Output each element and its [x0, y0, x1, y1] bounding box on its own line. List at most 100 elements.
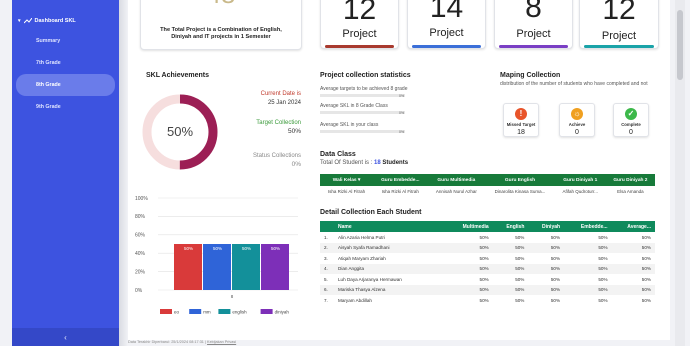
privacy-link[interactable]: Kebijakan Privasi: [207, 340, 236, 344]
data-label: 50%: [242, 246, 251, 251]
column-header[interactable]: Guru Multimedia: [427, 174, 486, 186]
detail-table: Name Multimedia English Diniyah Embedde.…: [320, 221, 655, 306]
project-underline-4: [584, 45, 654, 48]
column-header[interactable]: Guru Diniyah 1: [554, 174, 606, 186]
main-content: 48 The Total Project is a Combination of…: [128, 0, 670, 340]
table-cell: 50%: [611, 263, 655, 274]
table-cell: 7.: [324, 297, 328, 303]
sidebar-item-summary[interactable]: Summary: [12, 30, 119, 52]
table-cell: 50%: [611, 284, 655, 295]
y-tick-label: 20%: [135, 269, 146, 275]
data-class-total: Total Of Student is : 18 Students: [320, 160, 408, 166]
data-class-total-prefix: Total Of Student is :: [320, 160, 373, 166]
table-cell: 50%: [515, 297, 525, 303]
achieve-icon: ☼: [571, 108, 583, 120]
missed-target-label: Missed Target: [506, 122, 536, 127]
table-cell: 50%: [479, 297, 489, 303]
table-cell: 50%: [611, 242, 655, 253]
y-tick-label: 40%: [135, 251, 146, 257]
complete-value: 0: [629, 129, 633, 136]
data-label: 50%: [271, 246, 280, 251]
page-scrollbar[interactable]: [675, 0, 685, 346]
data-class-table: Wali Kelas ▾ Guru Embedde... Guru Multim…: [320, 174, 655, 196]
column-header[interactable]: Guru English: [485, 174, 555, 186]
stat-percent-2: 0%: [399, 110, 405, 115]
mapping-title: Maping Collection: [500, 72, 561, 79]
table-cell: 3.: [324, 255, 328, 261]
project-number-1: 12: [342, 0, 377, 26]
column-header[interactable]: Wali Kelas ▾: [320, 174, 374, 186]
stat-label-3: Average SKL in your class: [320, 122, 379, 128]
status-collections-value: 0%: [291, 161, 301, 168]
table-cell: Isha Rizki Al Fitrah: [327, 188, 366, 194]
table-cell: Alin Azaria Helma Putri: [338, 234, 385, 240]
table-cell: 50%: [641, 276, 651, 282]
table-cell: 50%: [550, 297, 561, 303]
table-row[interactable]: 4. Dian Anggita 50% 50% 50% 50% 50%: [320, 263, 655, 274]
chevron-left-icon[interactable]: ‹: [64, 333, 67, 342]
column-header-multimedia[interactable]: Multimedia: [446, 221, 493, 232]
sort-icon[interactable]: ▾: [358, 178, 360, 183]
table-cell: Aisyah Syafa Ramadhani: [334, 242, 446, 253]
table-cell: 50%: [515, 255, 525, 261]
table-cell: 50%: [641, 297, 651, 303]
column-header-average[interactable]: Average...: [611, 221, 655, 232]
complete-card[interactable]: ✓ Complete 0: [613, 103, 649, 137]
sidebar-item-9th-grade[interactable]: 9th Grade: [12, 96, 119, 118]
project-number-4: 12: [602, 0, 636, 26]
sidebar-header[interactable]: ▾ Dashboard SKL: [12, 0, 119, 24]
table-row[interactable]: 3. Atiqah Maryam Zhariah 50% 50% 50% 50% 50%: [320, 253, 655, 264]
table-cell: Annisah Nurul Azhar: [435, 188, 477, 194]
scrollbar-thumb[interactable]: [677, 10, 683, 80]
legend-label: diniyah: [275, 310, 290, 315]
table-cell: 50%: [528, 263, 565, 274]
table-cell: 6.: [320, 284, 334, 295]
table-cell: 5.: [324, 276, 328, 282]
project-stats-title: Project collection statistics: [320, 72, 411, 79]
column-header[interactable]: Guru Diniyah 2: [605, 174, 655, 186]
legend-label: mm: [203, 310, 211, 315]
table-cell: 1.: [324, 234, 328, 240]
column-header-name[interactable]: Name: [334, 221, 446, 232]
table-cell: 50%: [515, 276, 525, 282]
missed-target-card[interactable]: ! Missed Target 18: [503, 103, 539, 137]
achieve-card[interactable]: ☼ Achieve 0: [559, 103, 595, 137]
table-cell: Luh Daya Arjaranya Hermawan: [338, 276, 402, 282]
table-row[interactable]: 2. Aisyah Syafa Ramadhani 50% 50% 50% 50% 50%: [320, 242, 655, 253]
table-cell: Isha Rizki Al Fitrah: [381, 188, 419, 194]
chevron-down-icon[interactable]: ▾: [18, 18, 21, 24]
total-project-text: The Total Project is a Combination of En…: [160, 27, 282, 40]
table-cell: 50%: [550, 234, 561, 240]
table-cell: Afifah Qudroturr...: [562, 188, 599, 194]
sidebar-collapse-button[interactable]: ‹: [12, 328, 119, 346]
table-row[interactable]: 1. Alin Azaria Helma Putri 50% 50% 50% 50% 50%: [320, 232, 655, 243]
project-underline-3: [499, 45, 568, 48]
sidebar-item-7th-grade[interactable]: 7th Grade: [12, 52, 119, 74]
column-header[interactable]: Guru Embedde...: [373, 174, 428, 186]
data-label: 50%: [213, 246, 222, 251]
stat-percent-3: 0%: [399, 129, 405, 134]
sidebar-item-8th-grade[interactable]: 8th Grade: [16, 74, 115, 96]
detail-header-row: Name Multimedia English Diniyah Embedde.…: [320, 221, 655, 232]
table-row[interactable]: 6. Mariska Thasya Alzena 50% 50% 50% 50% 50%: [320, 284, 655, 295]
target-collection-label: Target Collection: [256, 120, 301, 126]
table-cell: 50%: [479, 276, 489, 282]
table-row[interactable]: 7. Maryam Abdillah 50% 50% 50% 50% 50%: [320, 295, 655, 306]
current-date-label: Current Date is: [260, 91, 301, 97]
table-cell: 50%: [598, 234, 608, 240]
column-header-english[interactable]: English: [492, 221, 529, 232]
table-cell: Mariska Thasya Alzena: [334, 284, 446, 295]
achieve-value: 0: [575, 129, 579, 136]
project-card-3: 8 Project: [494, 0, 573, 49]
data-class-title: Data Class: [320, 151, 356, 158]
column-header-diniyah[interactable]: Diniyah: [528, 221, 565, 232]
mapping-subtitle: distribution of the number of students w…: [500, 81, 648, 87]
legend-swatch-english: [218, 309, 231, 314]
table-cell: 2.: [320, 242, 334, 253]
achieve-label: Achieve: [568, 122, 586, 127]
skl-bar-chart: 100% 80% 60% 40% 20% 0% 50% 50% 50% 50% 8 eo mm engli…: [135, 196, 298, 315]
column-header-embedded[interactable]: Embedde...: [564, 221, 612, 232]
current-date: 25 Jan 2024: [267, 100, 301, 106]
table-row[interactable]: 5. Luh Daya Arjaranya Hermawan 50% 50% 50% 50…: [320, 274, 655, 285]
table-cell: Maryam Abdillah: [338, 297, 372, 303]
